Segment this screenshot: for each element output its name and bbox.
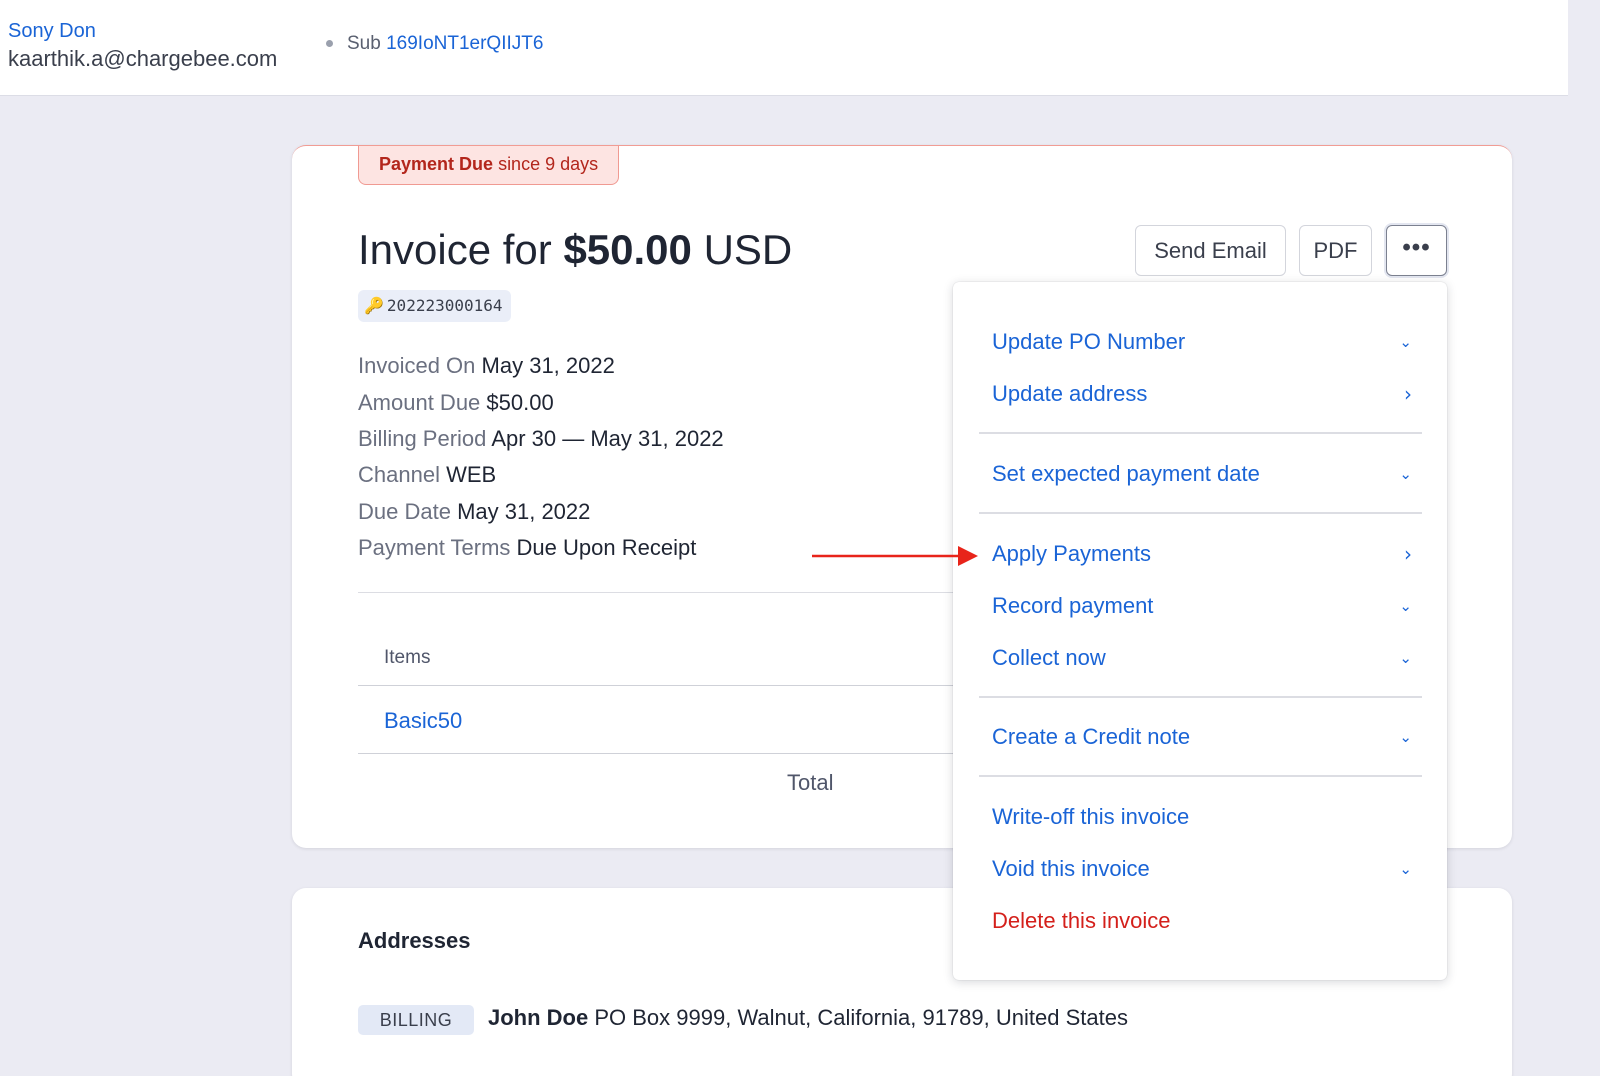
meta-label: Invoiced On xyxy=(358,353,476,378)
menu-divider xyxy=(979,432,1422,434)
payment-due-badge: Payment Due since 9 days xyxy=(358,146,620,185)
meta-label: Channel xyxy=(358,462,440,487)
chevron-down-icon: ⌄ xyxy=(1399,649,1412,667)
invoice-number-chip: 🔑 202223000164 xyxy=(358,290,511,322)
key-icon: 🔑 xyxy=(364,296,384,315)
chevron-down-icon: ⌄ xyxy=(1399,333,1412,351)
menu-item-collect-now[interactable]: Collect now ⌄ xyxy=(992,640,1412,676)
meta-value: May 31, 2022 xyxy=(481,353,615,378)
menu-divider xyxy=(979,775,1422,777)
divider xyxy=(358,592,958,593)
menu-item-label: Create a Credit note xyxy=(992,724,1191,749)
meta-value: $50.00 xyxy=(486,390,554,415)
subscription-label: Sub xyxy=(347,33,381,54)
line-item-link[interactable]: Basic50 xyxy=(384,708,462,734)
menu-item-label: Write-off this invoice xyxy=(992,804,1190,829)
subscription-id-link[interactable]: 169IoNT1erQIIJT6 xyxy=(386,33,543,54)
total-label: Total xyxy=(787,770,834,795)
chevron-down-icon: ⌄ xyxy=(1399,597,1412,615)
annotation-arrow-icon xyxy=(812,546,978,566)
chevron-down-icon: ⌄ xyxy=(1399,728,1412,746)
items-column-header: Items xyxy=(384,647,431,668)
meta-label: Payment Terms xyxy=(358,535,511,560)
chevron-right-icon: › xyxy=(1404,542,1412,566)
menu-item-apply-payments[interactable]: Apply Payments › xyxy=(992,536,1412,572)
menu-item-label: Collect now xyxy=(992,645,1106,670)
meta-value: WEB xyxy=(446,462,497,487)
menu-divider xyxy=(979,696,1422,698)
meta-amount-due: Amount Due $50.00 xyxy=(358,390,554,416)
send-email-button[interactable]: Send Email xyxy=(1135,225,1286,276)
customer-name-link[interactable]: Sony Don xyxy=(8,20,96,43)
divider xyxy=(358,685,958,686)
menu-item-delete-invoice[interactable]: Delete this invoice xyxy=(992,903,1412,939)
menu-item-set-expected-payment-date[interactable]: Set expected payment date ⌄ xyxy=(992,456,1412,492)
menu-item-label: Set expected payment date xyxy=(992,461,1260,486)
meta-channel: Channel WEB xyxy=(358,462,496,488)
billing-address: John Doe PO Box 9999, Walnut, California… xyxy=(488,1005,1128,1031)
menu-item-label: Void this invoice xyxy=(992,856,1150,881)
billing-badge: BILLING xyxy=(358,1005,474,1035)
meta-value: May 31, 2022 xyxy=(457,499,591,524)
menu-divider xyxy=(979,512,1422,514)
chevron-down-icon: ⌄ xyxy=(1399,860,1412,878)
meta-payment-terms: Payment Terms Due Upon Receipt xyxy=(358,535,696,561)
separator-dot xyxy=(326,40,333,47)
meta-billing-period: Billing Period Apr 30 — May 31, 2022 xyxy=(358,426,724,452)
meta-value: Apr 30 — May 31, 2022 xyxy=(491,426,724,451)
meta-label: Amount Due xyxy=(358,390,481,415)
invoice-amount: $50.00 xyxy=(563,226,692,273)
chevron-down-icon: ⌄ xyxy=(1399,465,1412,483)
menu-item-create-credit-note[interactable]: Create a Credit note ⌄ xyxy=(992,719,1412,755)
invoice-number: 202223000164 xyxy=(386,296,503,315)
menu-item-label: Apply Payments xyxy=(992,541,1151,566)
menu-item-void-invoice[interactable]: Void this invoice ⌄ xyxy=(992,851,1412,887)
billing-address-text: PO Box 9999, Walnut, California, 91789, … xyxy=(594,1005,1128,1030)
invoice-title: Invoice for $50.00 USD xyxy=(358,226,792,274)
more-actions-button[interactable]: ••• xyxy=(1386,225,1447,276)
billing-name: John Doe xyxy=(488,1005,589,1030)
pdf-button[interactable]: PDF xyxy=(1299,225,1372,276)
subscription-ref: Sub 169IoNT1erQIIJT6 xyxy=(347,33,543,55)
customer-email: kaarthik.a@chargebee.com xyxy=(8,46,278,71)
meta-label: Due Date xyxy=(358,499,451,524)
menu-item-update-po-number[interactable]: Update PO Number ⌄ xyxy=(992,324,1412,360)
menu-item-label: Update PO Number xyxy=(992,329,1186,354)
status-since: since 9 days xyxy=(498,154,599,174)
meta-invoiced-on: Invoiced On May 31, 2022 xyxy=(358,353,615,379)
menu-item-write-off-invoice[interactable]: Write-off this invoice xyxy=(992,799,1412,835)
status-text: Payment Due xyxy=(379,154,494,174)
top-bar: Sony Don kaarthik.a@chargebee.com Sub 16… xyxy=(0,0,1568,96)
invoice-title-prefix: Invoice for xyxy=(358,226,552,273)
menu-item-label: Record payment xyxy=(992,593,1154,618)
menu-item-update-address[interactable]: Update address › xyxy=(992,376,1412,412)
addresses-title: Addresses xyxy=(358,928,471,953)
invoice-currency: USD xyxy=(703,226,793,273)
menu-item-label: Delete this invoice xyxy=(992,908,1171,933)
meta-value: Due Upon Receipt xyxy=(516,535,697,560)
meta-label: Billing Period xyxy=(358,426,487,451)
meta-due-date: Due Date May 31, 2022 xyxy=(358,499,590,525)
divider xyxy=(358,753,958,754)
chevron-right-icon: › xyxy=(1404,382,1412,406)
menu-item-record-payment[interactable]: Record payment ⌄ xyxy=(992,588,1412,624)
menu-item-label: Update address xyxy=(992,381,1148,406)
